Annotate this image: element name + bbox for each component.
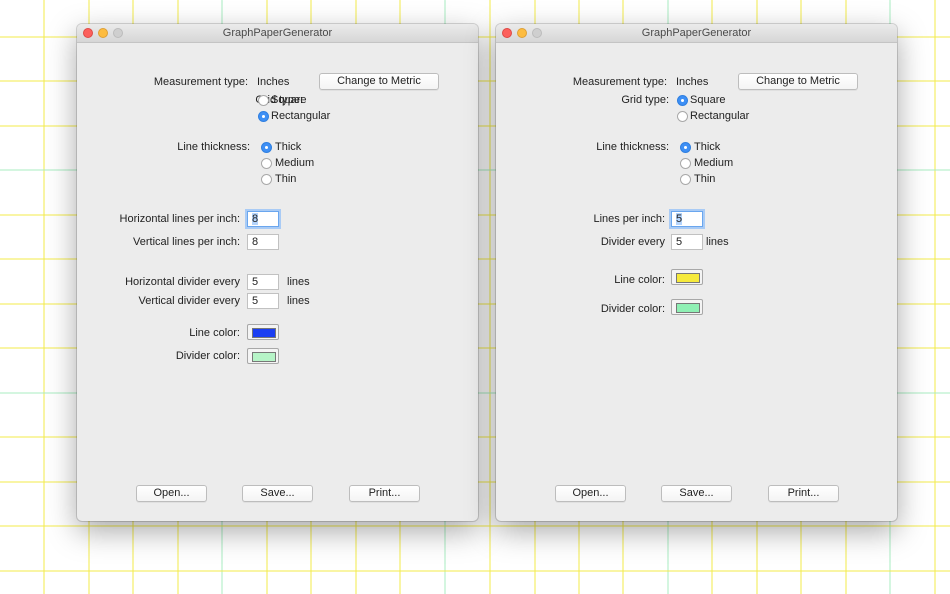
line-thickness-medium-radio[interactable] <box>680 158 691 169</box>
open-button[interactable]: Open... <box>555 485 626 502</box>
line-thickness-medium-radio[interactable] <box>261 158 272 169</box>
line-thickness-thick-radio[interactable] <box>680 142 691 153</box>
save-button[interactable]: Save... <box>242 485 313 502</box>
divider-color-chip <box>252 352 276 362</box>
title-bar[interactable]: GraphPaperGenerator <box>77 24 478 43</box>
vertical-lines-input[interactable]: 8 <box>247 234 279 250</box>
graph-paper-window-left: GraphPaperGenerator Measurement type: In… <box>77 24 478 521</box>
lines-per-inch-label: Lines per inch: <box>593 213 665 225</box>
line-thickness-thin-label: Thin <box>694 173 716 185</box>
line-thickness-label: Line thickness: <box>177 141 250 153</box>
measurement-type-value: Inches <box>676 76 709 88</box>
open-button[interactable]: Open... <box>136 485 207 502</box>
measurement-type-value: Inches <box>257 76 290 88</box>
line-thickness-medium-label: Medium <box>694 157 734 169</box>
line-thickness-thick-radio[interactable] <box>261 142 272 153</box>
line-thickness-thin-radio[interactable] <box>680 174 691 185</box>
vertical-divider-label: Vertical divider every <box>138 295 241 307</box>
window-title: GraphPaperGenerator <box>641 27 752 39</box>
save-button[interactable]: Save... <box>661 485 732 502</box>
line-color-label: Line color: <box>189 327 240 339</box>
divider-every-label: Divider every <box>600 236 665 248</box>
grid-type-square-label: Square <box>271 94 307 106</box>
vertical-lines-label: Vertical lines per inch: <box>133 236 240 248</box>
divider-color-label: Divider color: <box>175 350 240 362</box>
grid-type-square-radio[interactable] <box>258 95 269 106</box>
divider-every-unit: lines <box>706 236 729 248</box>
divider-every-input[interactable]: 5 <box>671 234 703 250</box>
line-thickness-thick-label: Thick <box>275 141 302 153</box>
grid-type-rectangular-radio[interactable] <box>258 111 269 122</box>
graph-paper-window-right: GraphPaperGenerator Measurement type: In… <box>496 24 897 521</box>
grid-type-square-label: Square <box>690 94 726 106</box>
line-thickness-thin-radio[interactable] <box>261 174 272 185</box>
grid-type-rectangular-label: Rectangular <box>271 110 331 122</box>
divider-color-chip <box>676 303 700 313</box>
line-thickness-thin-label: Thin <box>275 173 297 185</box>
line-thickness-label: Line thickness: <box>596 141 669 153</box>
horizontal-lines-label: Horizontal lines per inch: <box>119 213 240 225</box>
vertical-divider-input[interactable]: 5 <box>247 293 279 309</box>
line-color-label: Line color: <box>614 274 665 286</box>
grid-type-label: Grid type: <box>621 94 669 106</box>
line-color-chip <box>676 273 700 283</box>
line-color-well[interactable] <box>671 269 703 285</box>
print-button[interactable]: Print... <box>768 485 839 502</box>
horizontal-divider-input[interactable]: 5 <box>247 274 279 290</box>
grid-type-square-radio[interactable] <box>677 95 688 106</box>
horizontal-divider-unit: lines <box>287 276 310 288</box>
window-title: GraphPaperGenerator <box>222 27 333 39</box>
divider-color-well[interactable] <box>671 299 703 315</box>
line-thickness-medium-label: Medium <box>275 157 315 169</box>
horizontal-divider-label: Horizontal divider every <box>125 276 240 288</box>
line-color-well[interactable] <box>247 324 279 340</box>
measurement-type-label: Measurement type: <box>572 76 667 88</box>
measurement-type-label: Measurement type: <box>153 76 248 88</box>
horizontal-lines-input[interactable]: 8 <box>247 211 279 227</box>
lines-per-inch-input[interactable]: 5 <box>671 211 703 227</box>
print-button[interactable]: Print... <box>349 485 420 502</box>
divider-color-well[interactable] <box>247 348 279 364</box>
vertical-divider-unit: lines <box>287 295 310 307</box>
grid-type-rectangular-label: Rectangular <box>690 110 750 122</box>
title-bar[interactable]: GraphPaperGenerator <box>496 24 897 43</box>
divider-color-label: Divider color: <box>600 303 665 315</box>
line-color-chip <box>252 328 276 338</box>
change-to-metric-button[interactable]: Change to Metric <box>738 73 858 90</box>
change-to-metric-button[interactable]: Change to Metric <box>319 73 439 90</box>
grid-type-rectangular-radio[interactable] <box>677 111 688 122</box>
line-thickness-thick-label: Thick <box>694 141 721 153</box>
